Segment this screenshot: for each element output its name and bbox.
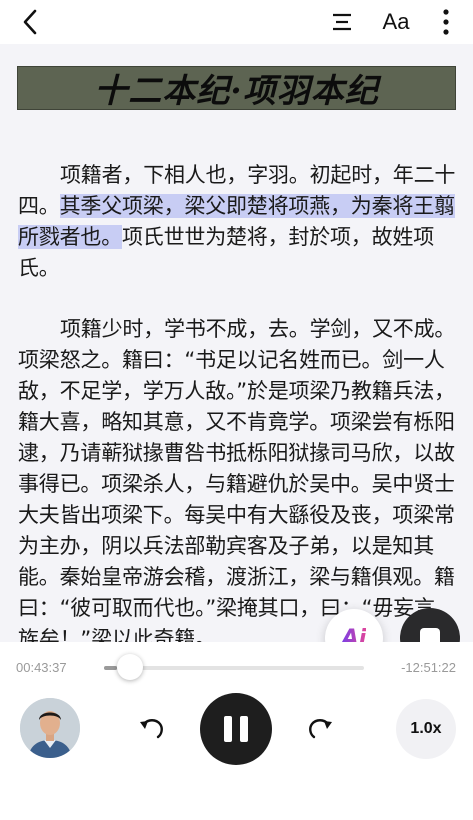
progress-track[interactable]: [104, 666, 364, 670]
audio-player: 00:43:37 -12:51:22 1.0x: [0, 642, 473, 820]
top-toolbar: Aa: [0, 0, 473, 44]
pause-icon: [224, 716, 232, 742]
remaining-time: -12:51:22: [401, 660, 456, 675]
paragraph-1[interactable]: 项籍者，下相人也，字羽。初起时，年二十四。其季父项梁，梁父即楚将项燕，为秦将王翦…: [18, 160, 458, 284]
rewind-icon[interactable]: [136, 714, 166, 744]
progress-thumb[interactable]: [117, 654, 143, 680]
pause-icon-bar: [240, 716, 248, 742]
chapter-title: 十二本纪·项羽本纪: [94, 71, 379, 110]
stop-icon: [420, 628, 440, 642]
table-of-contents-icon[interactable]: [326, 6, 358, 38]
forward-icon[interactable]: [306, 714, 336, 744]
progress-fill: [104, 666, 117, 670]
narrator-avatar[interactable]: [20, 698, 80, 758]
more-vertical-icon[interactable]: [432, 6, 460, 38]
chapter-title-banner: 十二本纪·项羽本纪: [17, 66, 456, 110]
playback-speed-button[interactable]: 1.0x: [396, 699, 456, 759]
reader-page[interactable]: 十二本纪·项羽本纪 项籍者，下相人也，字羽。初起时，年二十四。其季父项梁，梁父即…: [0, 44, 473, 642]
paragraph-2[interactable]: 项籍少时，学书不成，去。学剑，又不成。项梁怒之。籍曰：“书足以记名姓而已。剑一人…: [18, 314, 458, 642]
pause-button[interactable]: [200, 693, 272, 765]
back-icon[interactable]: [14, 6, 46, 38]
elapsed-time: 00:43:37: [16, 660, 67, 675]
ai-label: Ai: [342, 626, 367, 643]
font-settings-button[interactable]: Aa: [376, 6, 416, 38]
paragraph-2-text: 项籍少时，学书不成，去。学剑，又不成。项梁怒之。籍曰：“书足以记名姓而已。剑一人…: [18, 317, 456, 642]
